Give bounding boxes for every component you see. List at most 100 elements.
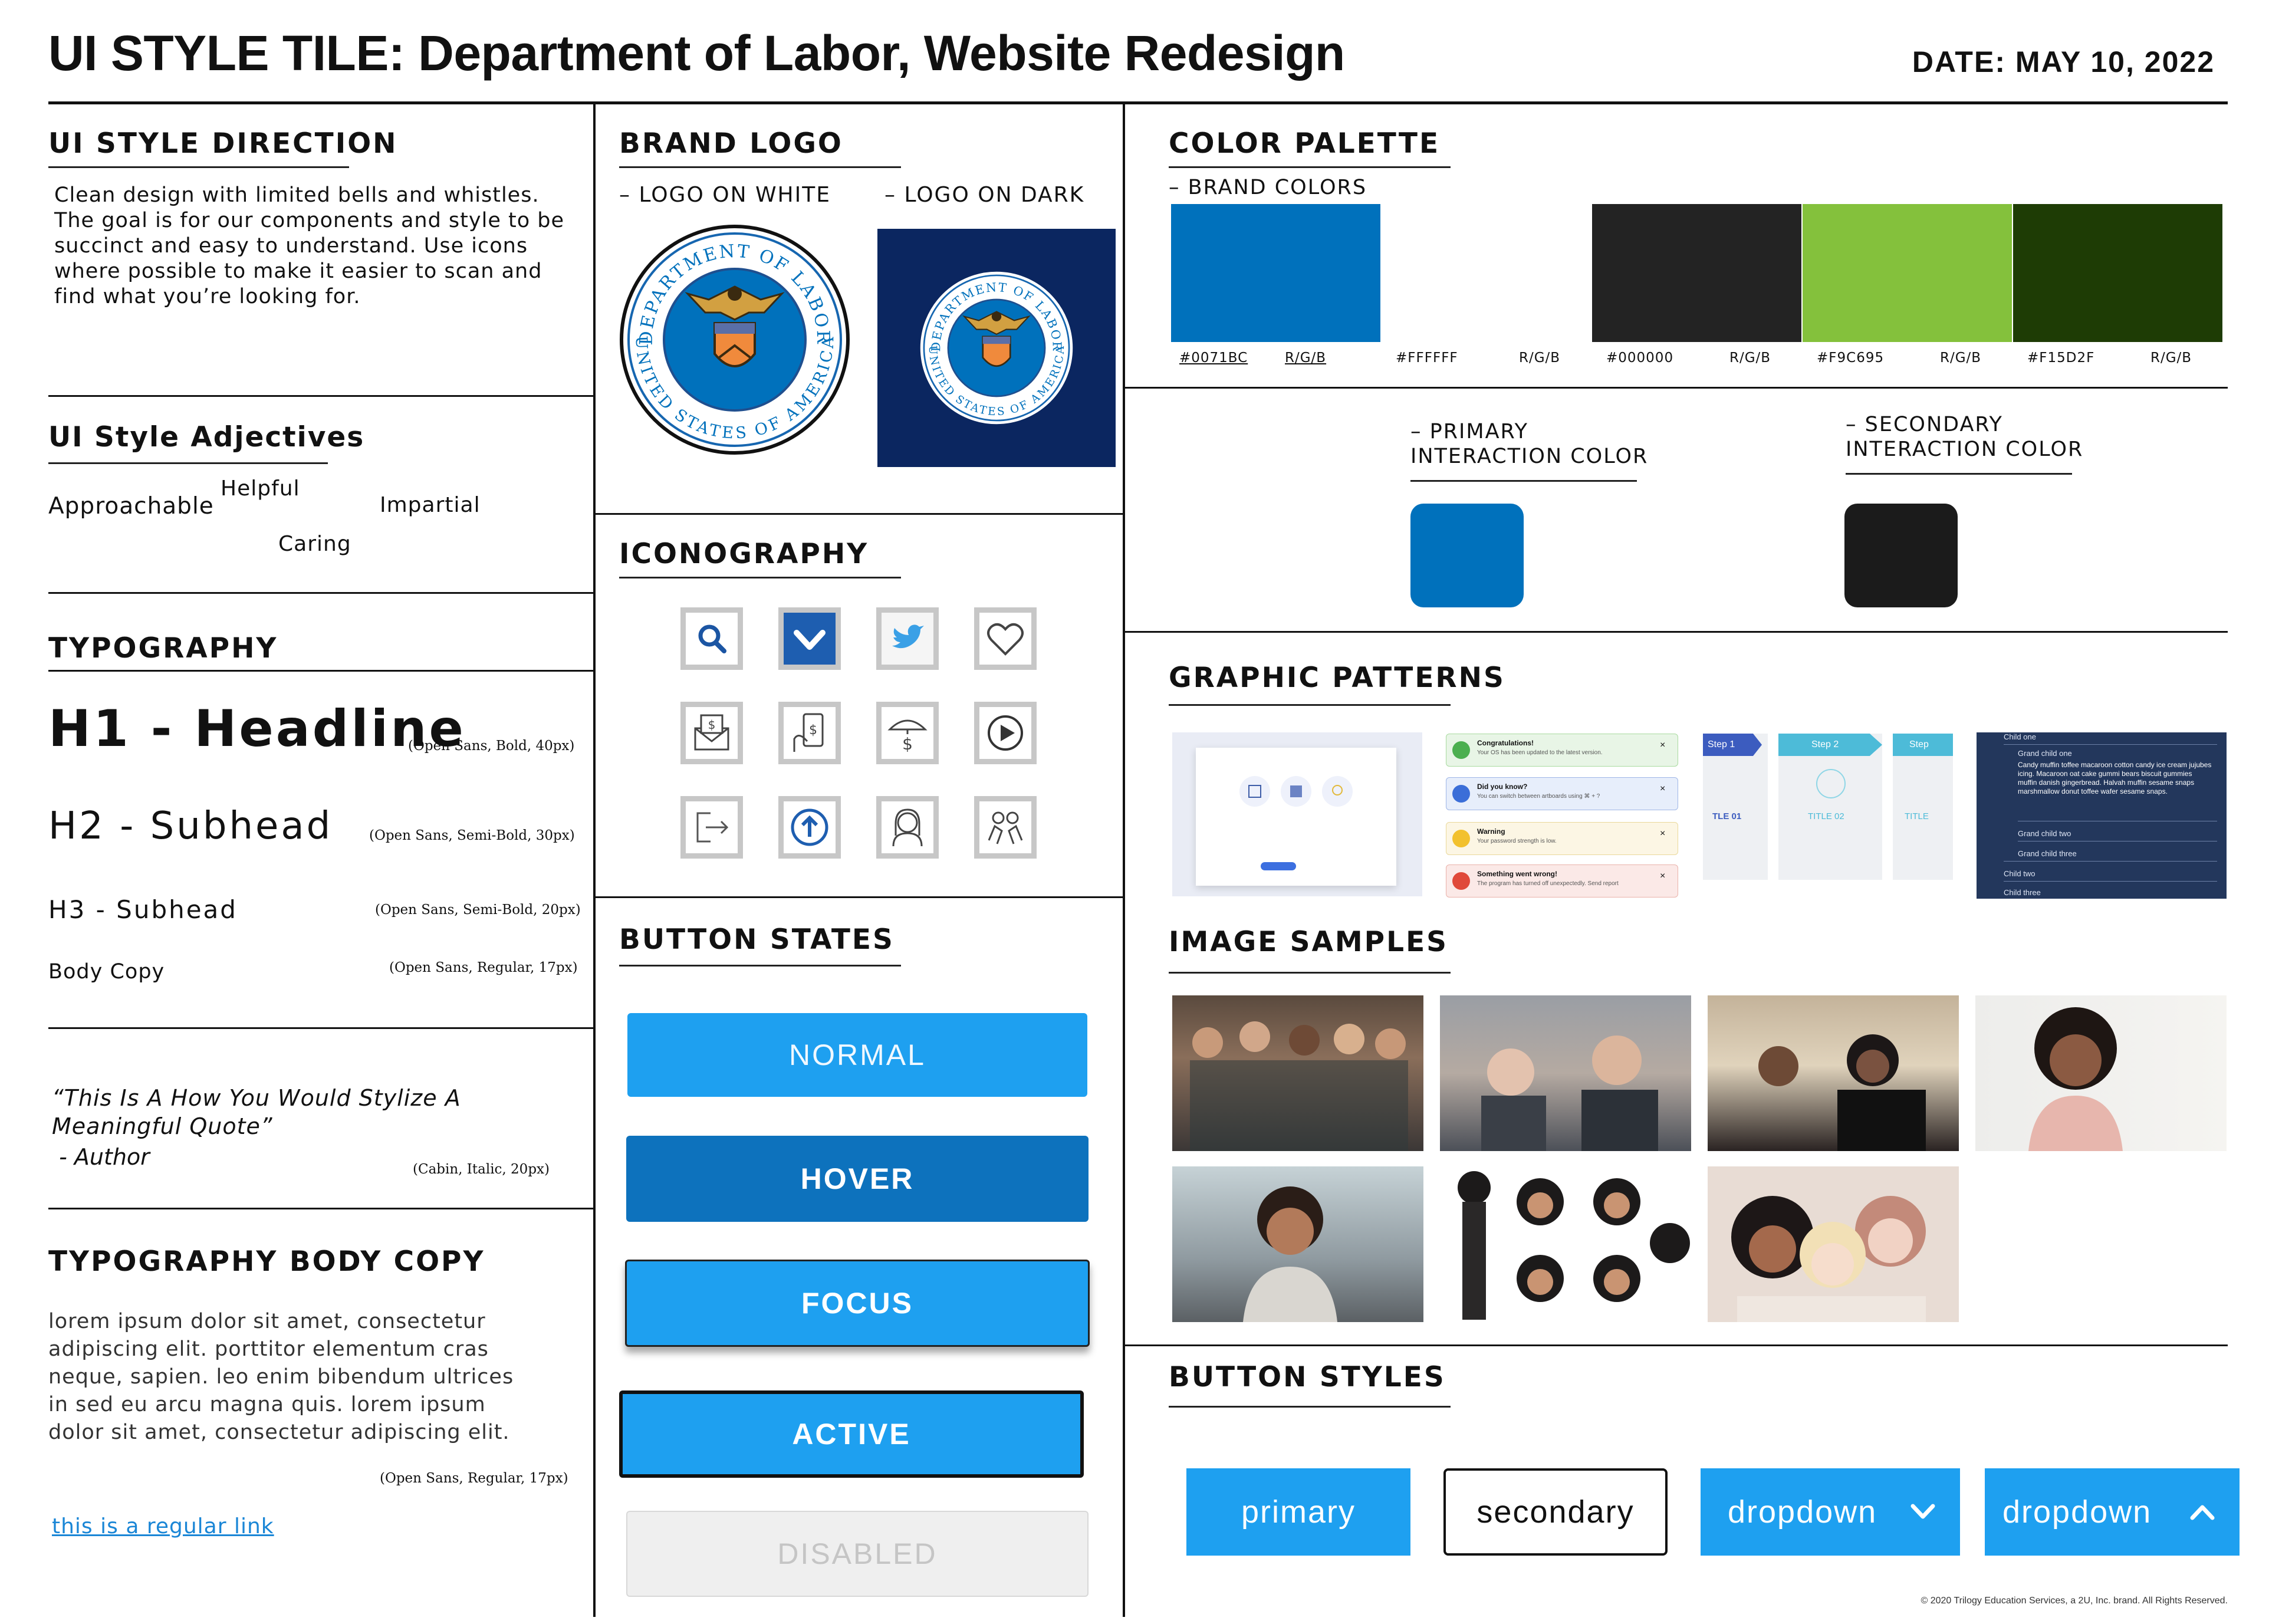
alert-success: Congratulations! Your OS has been update… xyxy=(1446,734,1678,767)
button-focus[interactable]: FOCUS xyxy=(625,1260,1090,1347)
button-disabled: DISABLED xyxy=(626,1511,1089,1597)
typography-h1: H1 - Headline xyxy=(48,699,466,758)
quote-author: - Author xyxy=(52,1144,150,1170)
search-icon xyxy=(691,618,732,659)
dropdown-button-closed[interactable]: dropdown xyxy=(1701,1468,1960,1556)
column-divider xyxy=(1123,104,1125,1617)
button-hover[interactable]: HOVER xyxy=(626,1136,1089,1222)
section-rule xyxy=(48,395,594,397)
close-icon[interactable]: × xyxy=(1660,829,1665,839)
photo-woman-street xyxy=(1172,1166,1423,1322)
section-rule xyxy=(1124,387,2228,389)
title-underline xyxy=(1169,1406,1451,1408)
title-underline xyxy=(1169,704,1451,706)
color-hex-label: #FFFFFF xyxy=(1396,350,1458,366)
color-rgb-label: R/G/B xyxy=(1940,350,1982,366)
close-icon[interactable]: × xyxy=(1660,871,1665,882)
icon-tile: $ xyxy=(876,702,939,764)
section-title-button-styles: BUTTON STYLES xyxy=(1169,1361,1446,1393)
umbrella-dollar-icon: $ xyxy=(887,719,928,754)
adjective-approachable: Approachable xyxy=(48,493,214,520)
regular-link[interactable]: this is a regular link xyxy=(52,1514,274,1538)
icon-tile xyxy=(974,796,1037,859)
dropdown-button-open[interactable]: dropdown xyxy=(1985,1468,2240,1556)
title-underline xyxy=(48,462,328,464)
play-icon xyxy=(988,715,1023,751)
secondary-interaction-swatch xyxy=(1844,504,1958,607)
section-rule xyxy=(1124,631,2228,633)
color-swatch xyxy=(1592,204,1801,342)
icon-tile xyxy=(974,702,1037,764)
money-envelope-icon: $ xyxy=(694,714,729,751)
color-swatch xyxy=(1803,204,2012,342)
brand-colors-label: – BRAND COLORS xyxy=(1169,176,1367,199)
pattern-accordion: Child one Grand child one Candy muffin t… xyxy=(1977,732,2227,899)
section-rule xyxy=(48,670,594,672)
icon-tile xyxy=(778,796,841,859)
quote-note: (Cabin, Italic, 20px) xyxy=(413,1162,550,1177)
alert-info: Did you know? You can switch between art… xyxy=(1446,777,1678,810)
color-hex-label: #F15D2F xyxy=(2027,350,2095,366)
twitter-icon xyxy=(882,613,933,665)
section-title-image-samples: IMAGE SAMPLES xyxy=(1169,926,1449,958)
dropdown-label: dropdown xyxy=(2002,1494,2152,1530)
photo-woman-smiling xyxy=(1975,995,2227,1151)
typography-h1-note: (Open Sans, Bold, 40px) xyxy=(408,738,575,754)
section-title-typography: TYPOGRAPHY xyxy=(48,632,278,665)
logo-on-white: DEPARTMENT OF LABOR UNITED STATES OF AME… xyxy=(619,224,850,455)
title-underline xyxy=(619,166,901,168)
color-rgb-label: R/G/B xyxy=(1729,350,1771,366)
body-copy-note: (Open Sans, Regular, 17px) xyxy=(380,1471,568,1486)
alert-error: Something went wrong! The program has tu… xyxy=(1446,864,1678,898)
alert-warning: Warning Your password strength is low. × xyxy=(1446,822,1678,855)
color-rgb-label: R/G/B xyxy=(1285,350,1327,366)
close-icon[interactable]: × xyxy=(1660,740,1665,751)
page-title: UI STYLE TILE: Department of Labor, Webs… xyxy=(48,25,1345,81)
modal-icons xyxy=(1239,776,1353,807)
typography-body: Body Copy xyxy=(48,960,165,984)
person-icon xyxy=(892,808,923,847)
color-swatch xyxy=(1171,204,1380,342)
dol-seal-icon: DEPARTMENT OF LABOR UNITED STATES OF AME… xyxy=(620,225,850,455)
close-icon[interactable]: × xyxy=(1660,784,1665,794)
button-active[interactable]: ACTIVE xyxy=(619,1390,1084,1478)
secondary-button[interactable]: secondary xyxy=(1443,1468,1668,1556)
typography-h3-note: (Open Sans, Semi-Bold, 20px) xyxy=(375,902,581,918)
illustration-character-sheet xyxy=(1440,1166,1691,1322)
svg-text:$: $ xyxy=(708,718,716,732)
logo-on-dark: DEPARTMENT OF LABOR UNITED STATES OF AME… xyxy=(877,229,1116,467)
pattern-alerts: Congratulations! Your OS has been update… xyxy=(1446,734,1679,899)
icon-tile xyxy=(876,607,939,670)
title-underline xyxy=(619,577,901,578)
section-title-style-direction: UI STYLE DIRECTION xyxy=(48,127,398,160)
primary-interaction-label: – PRIMARY xyxy=(1410,420,1528,443)
logo-on-dark-label: – LOGO ON DARK xyxy=(884,183,1085,207)
mobile-payment-icon: $ xyxy=(793,713,824,752)
section-title-body-copy: TYPOGRAPHY BODY COPY xyxy=(48,1245,485,1278)
photo-group-laughing xyxy=(1172,995,1423,1151)
section-rule xyxy=(48,1027,594,1029)
icon-tile: $ xyxy=(778,702,841,764)
illustration-three-women xyxy=(1708,1166,1959,1322)
pattern-modal xyxy=(1172,732,1422,896)
title-underline xyxy=(1846,473,2072,475)
color-rgb-label: R/G/B xyxy=(1519,350,1561,366)
color-hex-label: #F9C695 xyxy=(1817,350,1885,366)
secondary-interaction-label: INTERACTION COLOR xyxy=(1846,438,2084,461)
section-rule xyxy=(48,592,594,594)
typography-h2-note: (Open Sans, Semi-Bold, 30px) xyxy=(369,828,575,843)
adjective-helpful: Helpful xyxy=(221,476,300,501)
dropdown-label: dropdown xyxy=(1728,1494,1877,1530)
button-normal[interactable]: NORMAL xyxy=(627,1013,1087,1097)
primary-interaction-label: INTERACTION COLOR xyxy=(1410,445,1649,468)
upload-icon xyxy=(791,808,828,846)
primary-button[interactable]: primary xyxy=(1186,1468,1410,1556)
section-rule xyxy=(48,1208,594,1209)
dol-seal-icon: DEPARTMENT OF LABOR UNITED STATES OF AME… xyxy=(918,269,1076,427)
typography-body-note: (Open Sans, Regular, 17px) xyxy=(389,960,578,975)
chevron-up-icon xyxy=(2190,1505,2215,1520)
style-direction-text: Clean design with limited bells and whis… xyxy=(54,183,564,308)
section-rule xyxy=(1124,1344,2228,1346)
color-hex-label: #000000 xyxy=(1606,350,1674,366)
title-underline xyxy=(1410,480,1637,482)
